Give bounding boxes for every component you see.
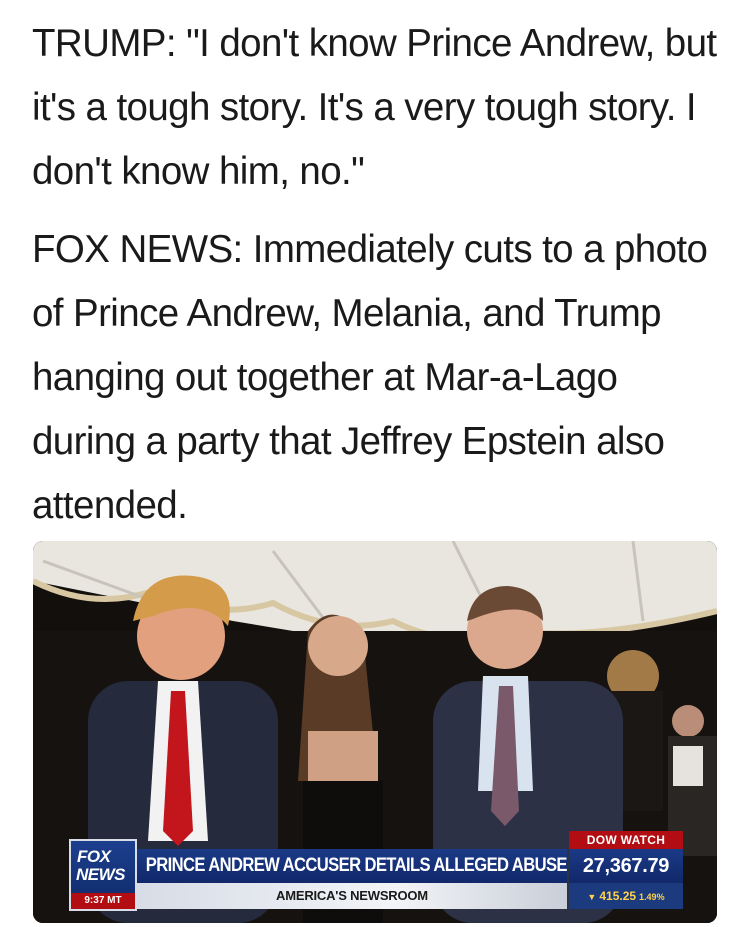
ticker-label: DOW WATCH [569,831,683,849]
headline-banner: PRINCE ANDREW ACCUSER DETAILS ALLEGED AB… [137,849,568,883]
post-text: TRUMP: "I don't know Prince Andrew, but … [32,12,722,538]
ticker-change-percent: 1.49% [639,892,665,902]
down-arrow-icon: ▼ [587,892,597,902]
ticker-value: 27,367.79 [569,849,683,883]
broadcast-time: 9:37 MT [71,893,135,909]
fox-news-logo: FOX NEWS 9:37 MT [69,839,137,911]
trump-quote-paragraph: TRUMP: "I don't know Prince Andrew, but … [32,22,717,193]
logo-line-fox: FOX [77,847,111,866]
show-name-bar: AMERICA'S NEWSROOM [137,883,567,909]
dow-watch-ticker: DOW WATCH 27,367.79 ▼ 415.25 1.49% [569,831,683,909]
fox-news-lower-third: FOX NEWS 9:37 MT PRINCE ANDREW ACCUSER D… [33,831,717,923]
news-screenshot-photo: FOX NEWS 9:37 MT PRINCE ANDREW ACCUSER D… [33,541,717,923]
ticker-change: ▼ 415.25 1.49% [569,883,683,909]
ticker-change-points: 415.25 [599,889,637,903]
logo-line-news: NEWS [76,865,126,884]
fox-news-paragraph: FOX NEWS: Immediately cuts to a photo of… [32,228,708,527]
